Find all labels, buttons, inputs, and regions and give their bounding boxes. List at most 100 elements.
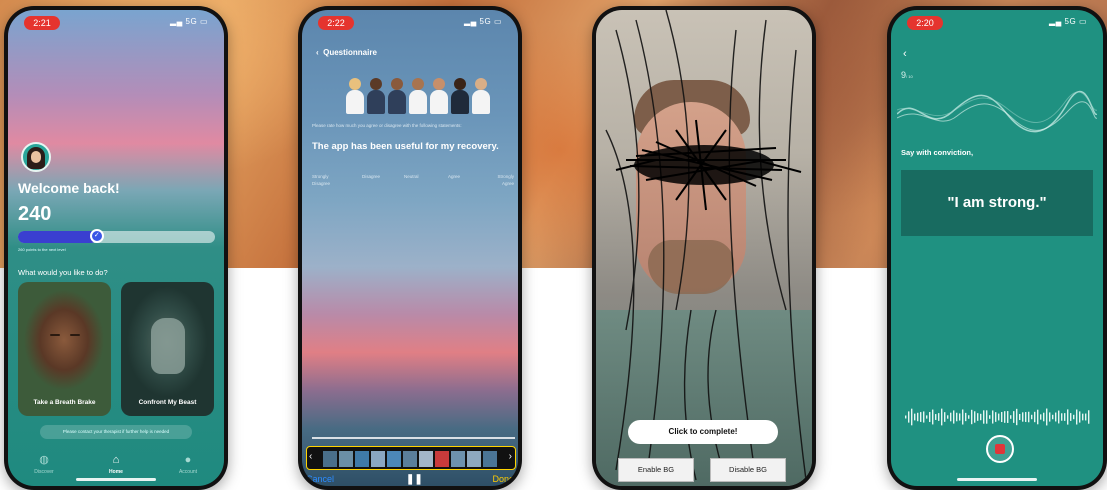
signal-bars-icon: ▂▄ (463, 17, 477, 26)
home-icon: ⌂ (112, 454, 120, 466)
audio-level-meter (905, 408, 1090, 426)
video-scrubber[interactable] (312, 437, 515, 439)
points-value: 240 (18, 203, 52, 225)
scale-option[interactable]: Strongly Agree (488, 173, 514, 187)
level-progress-bar: ✓ (18, 229, 215, 243)
questionnaire-instructions: Please rate how much you agree or disagr… (312, 123, 462, 128)
battery-icon: ▭ (493, 17, 502, 26)
user-icon: ● (184, 454, 192, 466)
affirmation-counter: 9/ 10 (901, 70, 913, 80)
audio-level-bar (992, 410, 994, 424)
phone-camera-screen: Click to complete! Enable BG Disable BG (592, 6, 816, 490)
home-screen: 2:21 ▂▄ 5G ▭ Welcome back! 240 ✓ 260 poi… (8, 10, 224, 486)
audio-level-bar (1079, 411, 1081, 423)
back-label: Questionnaire (323, 48, 377, 57)
avatar-face (31, 151, 41, 163)
tab-account-label: Account (178, 469, 198, 475)
back-button[interactable]: ‹ Questionnaire (316, 48, 377, 57)
person-figure (367, 78, 385, 114)
tab-discover-label: Discover (34, 469, 54, 475)
complete-button[interactable]: Click to complete! (628, 420, 778, 444)
tab-home[interactable]: ⌂ Home (86, 454, 146, 475)
count-unit: / 10 (906, 74, 913, 79)
audio-level-bar (1049, 412, 1051, 422)
confront-beast-label: Confront My Beast (138, 399, 197, 406)
network-label: 5G (185, 17, 198, 26)
audio-level-bar (941, 408, 943, 426)
audio-level-bar (1025, 412, 1027, 422)
scale-option[interactable]: Agree (448, 173, 460, 180)
scale-option[interactable]: Disagree (362, 173, 380, 180)
timeline-frame (339, 451, 353, 467)
timeline-frame (451, 451, 465, 467)
affirmation-card: "I am strong." (901, 170, 1093, 236)
status-bar: 2:21 ▂▄ 5G ▭ (8, 16, 224, 30)
disable-bg-button[interactable]: Disable BG (710, 458, 786, 482)
audio-level-bar (974, 411, 976, 423)
closed-eye-left (50, 334, 60, 336)
closed-eye-right (70, 334, 80, 336)
audio-level-bar (950, 412, 952, 422)
audio-level-bar (953, 410, 955, 424)
scale-option[interactable]: Neutral (404, 173, 419, 180)
audio-level-bar (998, 413, 1000, 421)
signal-bars-icon: ▂▄ (169, 17, 183, 26)
enable-bg-button[interactable]: Enable BG (618, 458, 694, 482)
breath-brake-card[interactable]: Take a Breath Brake (18, 282, 111, 416)
network-label: 5G (479, 17, 492, 26)
audio-level-bar (938, 413, 940, 421)
scale-option[interactable]: Strongly Disagree (312, 173, 342, 187)
audio-level-bar (1064, 413, 1066, 421)
audio-level-bar (911, 408, 913, 426)
confront-beast-card[interactable]: Confront My Beast (121, 282, 214, 416)
stop-icon (995, 444, 1005, 454)
audio-level-bar (1058, 410, 1060, 424)
timeline-frame (483, 451, 497, 467)
chevron-right-icon[interactable]: › (509, 451, 512, 462)
chevron-left-icon[interactable]: ‹ (309, 451, 312, 462)
pause-icon[interactable]: ❚❚ (406, 474, 423, 485)
audio-level-bar (965, 412, 967, 422)
audio-level-bar (1070, 413, 1072, 421)
globe-icon: ◍ (39, 454, 49, 466)
audio-level-bar (986, 410, 988, 424)
audio-level-bar (1085, 413, 1087, 421)
chevron-left-icon[interactable]: ‹ (903, 48, 907, 60)
audio-level-bar (1004, 411, 1006, 423)
audio-level-bar (905, 415, 907, 419)
audio-level-bar (956, 412, 958, 422)
home-indicator (957, 478, 1037, 481)
cancel-button[interactable]: Cancel (306, 474, 334, 484)
audio-level-bar (914, 413, 916, 421)
audio-level-bar (1067, 409, 1069, 425)
audio-level-bar (1016, 408, 1018, 426)
status-time: 2:20 (907, 16, 943, 30)
drawn-scribbles[interactable] (596, 10, 812, 486)
phone-questionnaire-screen: 2:22 ▂▄ 5G ▭ ‹ Questionnaire Please rate… (298, 6, 522, 490)
showcase-stage: 2:21 ▂▄ 5G ▭ Welcome back! 240 ✓ 260 poi… (0, 0, 1107, 490)
record-stop-button[interactable] (986, 435, 1014, 463)
level-progress-fill (18, 231, 97, 243)
audio-level-bar (1046, 408, 1048, 426)
timeline-frame (435, 451, 449, 467)
questionnaire-screen: 2:22 ▂▄ 5G ▭ ‹ Questionnaire Please rate… (302, 10, 518, 486)
status-bar: 2:20 ▂▄ 5G ▭ (891, 16, 1103, 30)
audio-level-bar (995, 412, 997, 422)
tab-discover[interactable]: ◍ Discover (14, 454, 74, 475)
video-timeline[interactable]: ‹ › (306, 446, 516, 470)
diverse-people-illustration (346, 76, 490, 114)
affirmation-screen: 2:20 ▂▄ 5G ▭ ‹ 9/ 10 Say with conviction… (891, 10, 1103, 486)
avatar[interactable] (21, 142, 51, 172)
audio-level-bar (962, 409, 964, 425)
chevron-left-icon: ‹ (316, 48, 319, 57)
audio-level-bar (923, 411, 925, 423)
audio-level-bar (1022, 412, 1024, 422)
audio-level-bar (1055, 412, 1057, 422)
tab-account[interactable]: ● Account (158, 454, 218, 475)
audio-level-bar (971, 409, 973, 425)
instruction-text: Say with conviction, (901, 148, 974, 157)
done-button[interactable]: Done (492, 474, 514, 484)
status-time: 2:22 (318, 16, 354, 30)
progress-note: 260 points to the next level (18, 247, 66, 252)
network-label: 5G (1064, 17, 1077, 26)
